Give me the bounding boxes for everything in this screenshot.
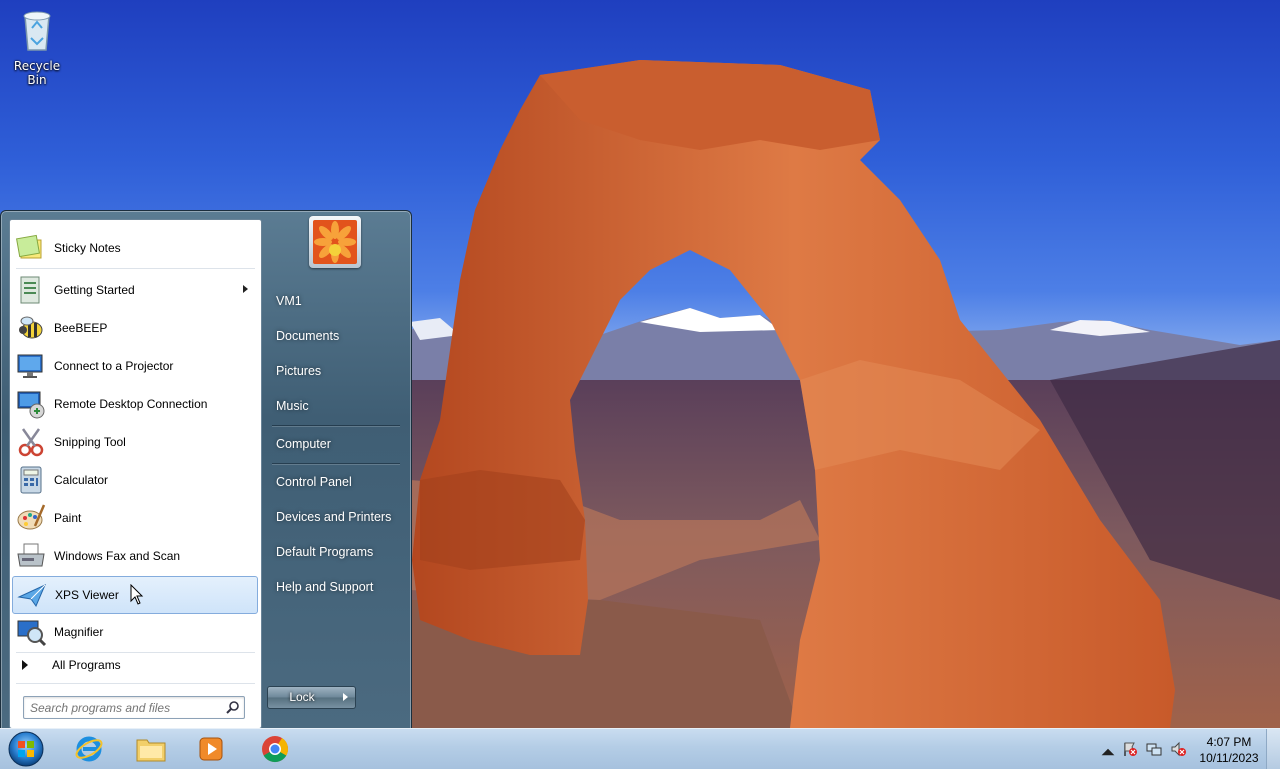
bee-icon [19, 316, 43, 339]
program-sticky-notes[interactable]: Sticky Notes [12, 230, 258, 266]
sticky-notes-icon [16, 234, 42, 259]
volume-muted-icon[interactable] [1170, 741, 1186, 757]
taskbar-chrome[interactable] [250, 731, 300, 767]
show-hidden-icons-button[interactable] [1100, 744, 1116, 760]
magnifier-icon [17, 620, 47, 647]
projector-icon [17, 354, 43, 378]
recycle-bin-icon [23, 11, 51, 51]
submenu-arrow-icon[interactable] [243, 285, 248, 293]
program-label: Magnifier [54, 625, 104, 639]
program-label: BeeBEEP [54, 321, 108, 335]
link-help-support[interactable]: Help and Support [268, 574, 402, 600]
separator [272, 425, 400, 426]
clock-time: 4:07 PM [1206, 735, 1252, 749]
link-documents[interactable]: Documents [268, 323, 402, 349]
separator [272, 463, 400, 464]
calculator-icon [20, 466, 42, 494]
separator [16, 268, 255, 269]
program-label: Getting Started [54, 283, 135, 297]
media-player-icon [199, 737, 223, 761]
separator [16, 683, 255, 684]
program-label: Snipping Tool [54, 435, 126, 449]
xps-viewer-icon [17, 584, 46, 608]
clock[interactable]: 4:07 PM 10/11/2023 [1196, 734, 1262, 766]
program-fax-scan[interactable]: Windows Fax and Scan [12, 538, 258, 574]
fax-icon [17, 543, 45, 567]
user-picture[interactable] [309, 216, 361, 268]
taskbar-internet-explorer[interactable] [64, 731, 114, 767]
program-paint[interactable]: Paint [12, 500, 258, 536]
program-label: Calculator [54, 473, 109, 487]
link-default-programs[interactable]: Default Programs [268, 539, 402, 565]
internet-explorer-icon [75, 736, 103, 762]
program-label: XPS Viewer [55, 588, 119, 602]
lock-button[interactable]: Lock [267, 686, 337, 709]
scissors-icon [18, 428, 44, 457]
program-calculator[interactable]: Calculator [12, 462, 258, 498]
program-label: Sticky Notes [54, 241, 121, 255]
taskbar-media-player[interactable] [186, 731, 236, 767]
power-options-arrow-button[interactable] [335, 686, 356, 709]
link-devices-printers[interactable]: Devices and Printers [268, 504, 402, 530]
all-programs-label: All Programs [52, 658, 121, 672]
program-xps-viewer[interactable]: XPS Viewer [12, 576, 258, 614]
program-remote-desktop[interactable]: Remote Desktop Connection [12, 386, 258, 422]
programs-pane: Sticky Notes Getting Started BeeBEEP Con… [9, 219, 262, 729]
paint-palette-icon [17, 504, 46, 530]
flower-avatar [313, 220, 357, 264]
getting-started-icon [20, 276, 40, 304]
folder-icon [136, 739, 166, 762]
recycle-bin[interactable]: Recycle Bin [4, 6, 70, 87]
program-beebeep[interactable]: BeeBEEP [12, 310, 258, 346]
program-connect-projector[interactable]: Connect to a Projector [12, 348, 258, 384]
program-label: Paint [54, 511, 82, 525]
search-input[interactable] [28, 699, 222, 717]
link-music[interactable]: Music [268, 393, 402, 419]
search-icon[interactable] [226, 700, 240, 714]
all-programs-button[interactable]: All Programs [12, 652, 252, 678]
link-computer[interactable]: Computer [268, 431, 402, 457]
search-box[interactable] [23, 696, 245, 719]
taskbar: 4:07 PM 10/11/2023 [0, 728, 1280, 769]
action-center-icon[interactable] [1122, 741, 1138, 757]
show-desktop-button[interactable] [1266, 729, 1280, 769]
mouse-cursor-icon [130, 584, 144, 605]
link-user-folder[interactable]: VM1 [268, 288, 402, 314]
program-magnifier[interactable]: Magnifier [12, 614, 258, 650]
program-getting-started[interactable]: Getting Started [12, 272, 258, 308]
program-snipping-tool[interactable]: Snipping Tool [12, 424, 258, 460]
link-pictures[interactable]: Pictures [268, 358, 402, 384]
start-button[interactable] [6, 730, 46, 768]
program-label: Connect to a Projector [54, 359, 174, 373]
clock-date: 10/11/2023 [1199, 751, 1259, 765]
program-label: Remote Desktop Connection [54, 397, 208, 411]
taskbar-windows-explorer[interactable] [126, 731, 176, 767]
program-label: Windows Fax and Scan [54, 549, 181, 563]
recycle-bin-label: Recycle Bin [13, 59, 61, 87]
arrow-right-icon [22, 660, 28, 670]
remote-desktop-icon [17, 391, 45, 419]
link-control-panel[interactable]: Control Panel [268, 469, 402, 495]
chrome-icon [262, 736, 289, 763]
network-icon[interactable] [1146, 741, 1162, 757]
